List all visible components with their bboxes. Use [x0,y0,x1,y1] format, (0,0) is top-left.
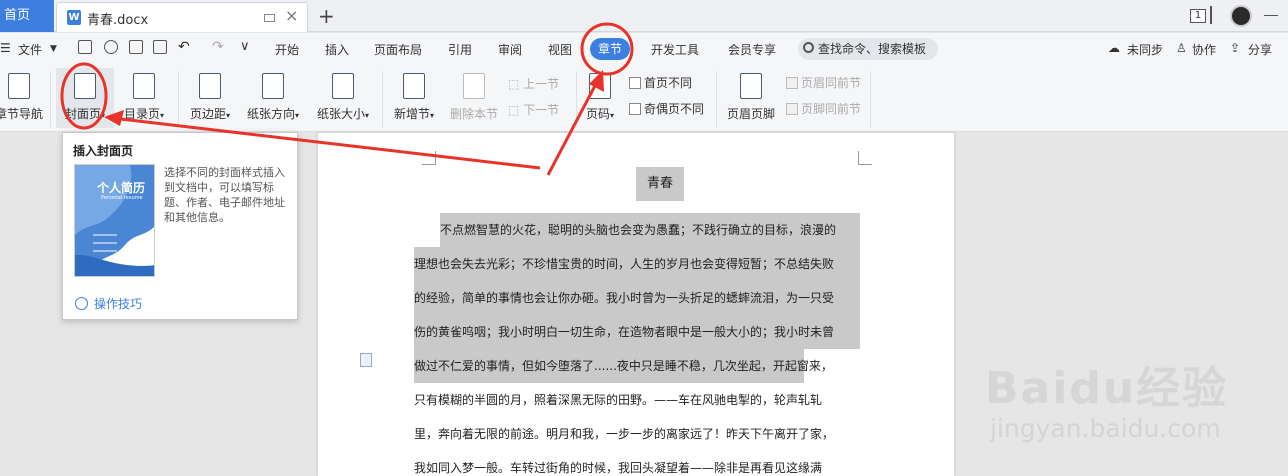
arrow-head-cover [104,110,124,126]
cover-highlight-circle [60,62,108,130]
watermark-url: jingyan.baidu.com [990,414,1221,443]
watermark-brand: Baidu经验 [985,363,1229,414]
arrow-to-cover [111,116,541,170]
arrow-to-chapter [546,79,600,176]
chapter-highlight-circle [580,22,634,76]
